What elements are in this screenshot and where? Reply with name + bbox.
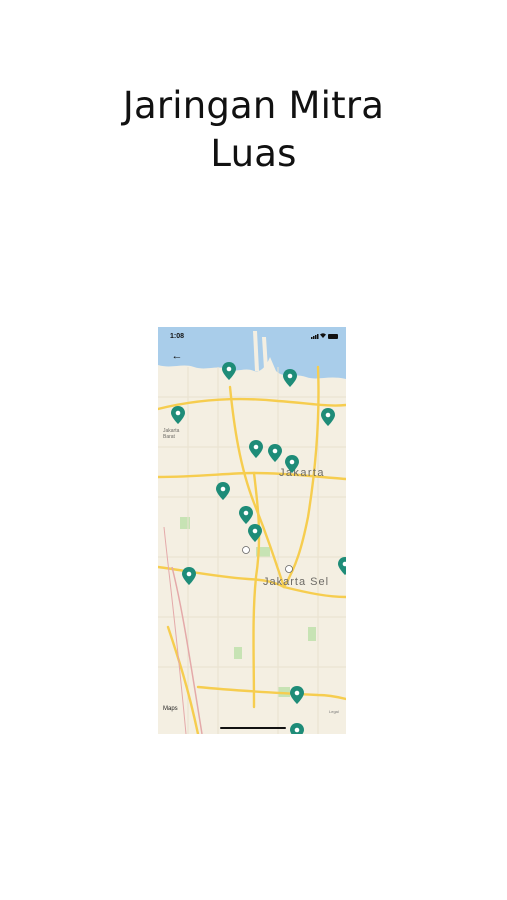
phone-screenshot: 1:08 ← Jakarta Barat Jakarta Jakarta Sel… — [158, 327, 346, 734]
maps-attribution[interactable]: Maps — [163, 706, 178, 712]
map-pin-icon[interactable] — [248, 524, 262, 542]
map-pin-icon[interactable] — [290, 686, 304, 704]
map-label-jakarta-selatan: Jakarta Sel — [263, 576, 330, 588]
signal-icon — [311, 334, 319, 339]
map-pin-icon[interactable] — [338, 557, 346, 575]
map-pin-icon[interactable] — [182, 567, 196, 585]
map-pin-icon[interactable] — [290, 723, 304, 734]
map-pin-icon[interactable] — [268, 444, 282, 462]
headline-line-1: Jaringan Mitra — [122, 84, 385, 127]
home-indicator — [220, 727, 286, 729]
map-pin-icon[interactable] — [171, 406, 185, 424]
map-pin-icon[interactable] — [283, 369, 297, 387]
status-time: 1:08 — [170, 333, 185, 340]
wifi-icon — [320, 333, 326, 338]
map-pin-icon[interactable] — [285, 455, 299, 473]
status-bar: 1:08 — [158, 327, 346, 345]
map-label-west-line-2: Barat — [163, 434, 175, 440]
legal-link[interactable]: Legal — [329, 709, 339, 714]
map-pin-icon[interactable] — [249, 440, 263, 458]
headline-line-2: Luas — [210, 132, 297, 175]
map-label-jakarta-barat: Jakarta Barat — [163, 428, 179, 440]
headline: Jaringan Mitra Luas — [0, 82, 507, 178]
map-pin-icon[interactable] — [222, 362, 236, 380]
map-pin-icon[interactable] — [239, 506, 253, 524]
back-arrow-icon[interactable]: ← — [170, 349, 184, 363]
map-pin-icon[interactable] — [216, 482, 230, 500]
battery-icon — [328, 334, 338, 339]
map-pin-icon[interactable] — [321, 408, 335, 426]
